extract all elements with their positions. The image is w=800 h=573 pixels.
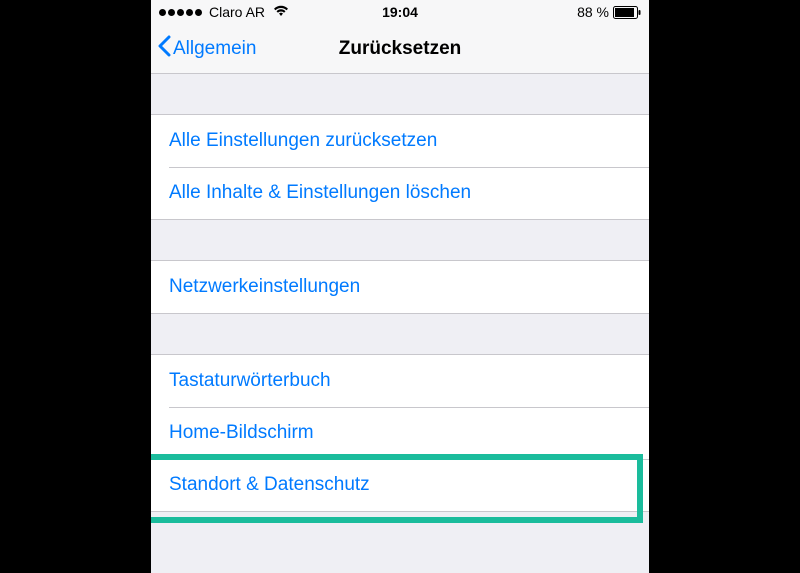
reset-home-screen[interactable]: Home-Bildschirm — [151, 407, 649, 459]
chevron-left-icon — [157, 35, 171, 63]
list-item-label: Alle Einstellungen zurücksetzen — [169, 130, 437, 152]
section-gap — [151, 74, 649, 114]
phone-screen: Claro AR 19:04 88 % — [151, 0, 649, 573]
status-right: 88 % — [577, 4, 641, 20]
status-time: 19:04 — [382, 4, 418, 20]
navigation-bar: Allgemein Zurücksetzen — [151, 24, 649, 74]
list-item-label: Alle Inhalte & Einstellungen löschen — [169, 182, 471, 204]
battery-icon — [613, 6, 641, 19]
list-item-label: Netzwerkeinstellungen — [169, 276, 360, 298]
section-gap — [151, 314, 649, 354]
carrier-label: Claro AR — [209, 4, 265, 20]
status-left: Claro AR — [159, 4, 289, 20]
battery-percentage: 88 % — [577, 4, 609, 20]
erase-all-content[interactable]: Alle Inhalte & Einstellungen löschen — [151, 167, 649, 219]
list-item-label: Standort & Datenschutz — [169, 474, 370, 496]
back-button[interactable]: Allgemein — [151, 35, 256, 63]
reset-group-2: Netzwerkeinstellungen — [151, 260, 649, 314]
status-bar: Claro AR 19:04 88 % — [151, 0, 649, 24]
list-item-label: Tastaturwörterbuch — [169, 370, 331, 392]
reset-keyboard-dictionary[interactable]: Tastaturwörterbuch — [151, 355, 649, 407]
page-title: Zurücksetzen — [339, 38, 461, 60]
wifi-icon — [273, 4, 289, 20]
list-item-label: Home-Bildschirm — [169, 422, 314, 444]
back-label: Allgemein — [173, 38, 256, 60]
reset-group-1: Alle Einstellungen zurücksetzen Alle Inh… — [151, 114, 649, 220]
reset-all-settings[interactable]: Alle Einstellungen zurücksetzen — [151, 115, 649, 167]
reset-group-3: Tastaturwörterbuch Home-Bildschirm Stand… — [151, 354, 649, 512]
reset-location-privacy[interactable]: Standort & Datenschutz — [151, 459, 649, 511]
section-gap — [151, 220, 649, 260]
reset-network-settings[interactable]: Netzwerkeinstellungen — [151, 261, 649, 313]
signal-strength-icon — [159, 9, 202, 16]
